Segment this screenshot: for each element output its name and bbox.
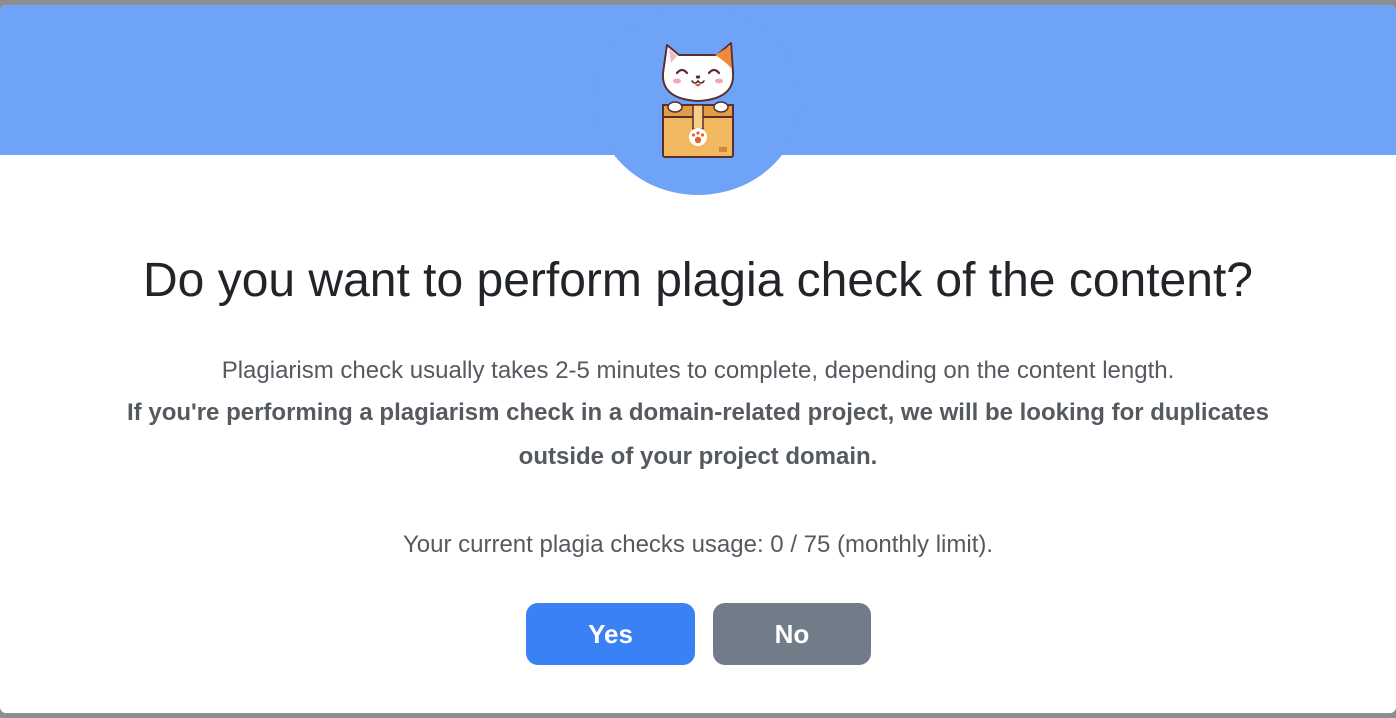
dialog-domain-note: If you're performing a plagiarism check …: [127, 399, 1269, 470]
dialog-title: Do you want to perform plagia check of t…: [143, 254, 1253, 307]
yes-button[interactable]: Yes: [526, 603, 695, 665]
no-button[interactable]: No: [713, 603, 871, 665]
dialog-description: Plagiarism check usually takes 2-5 minut…: [221, 357, 1175, 384]
plagia-check-dialog: Do you want to perform plagia check of t…: [0, 5, 1396, 713]
box-shape: [662, 104, 734, 158]
usage-text: Your current plagia checks usage: 0 / 75…: [402, 531, 994, 558]
cat-in-box-icon: [661, 42, 735, 158]
